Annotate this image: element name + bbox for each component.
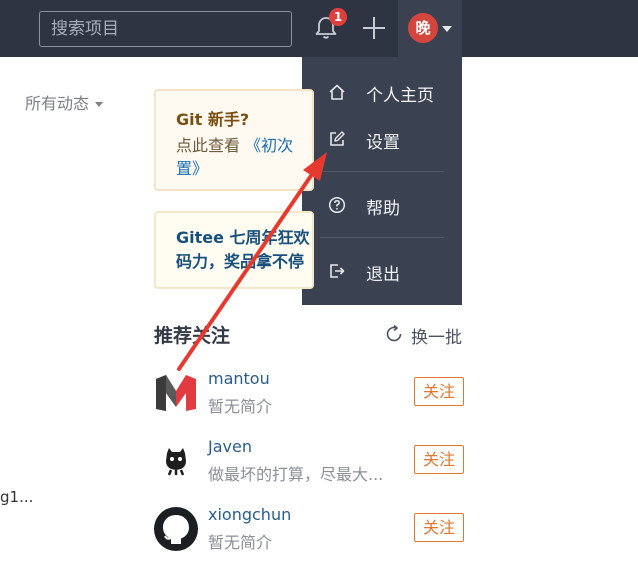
user-bio: 暂无简介 <box>208 533 273 552</box>
card-body: 点此查看 《初次 置》 <box>176 134 312 180</box>
search-input[interactable] <box>39 11 292 47</box>
menu-item-help[interactable]: 帮助 <box>302 185 462 225</box>
anniversary-card[interactable]: Gitee 七周年狂欢 码力，奖品拿不停 <box>154 211 314 289</box>
git-beginner-card[interactable]: Git 新手? 点此查看 《初次 置》 <box>154 89 314 191</box>
help-circle-icon <box>328 196 346 214</box>
plus-icon[interactable] <box>361 15 387 41</box>
refresh-label: 换一批 <box>411 328 462 348</box>
user-dropdown-menu: 个人主页 设置 帮助 退出 <box>302 57 462 305</box>
home-icon <box>329 84 345 100</box>
user-name-link[interactable]: mantou <box>208 369 270 388</box>
github-avatar[interactable] <box>154 507 198 551</box>
logout-icon <box>330 264 345 278</box>
list-item: xiongchun 暂无简介 关注 <box>154 505 464 553</box>
guide-link[interactable]: 《初次 <box>245 136 293 155</box>
menu-item-label: 退出 <box>366 265 400 285</box>
menu-item-label: 个人主页 <box>366 86 434 106</box>
user-name-link[interactable]: Javen <box>208 437 252 456</box>
menu-item-profile[interactable]: 个人主页 <box>302 72 462 112</box>
list-item: Javen 做最坏的打算，尽最大... 关注 <box>154 437 464 485</box>
menu-item-settings[interactable]: 设置 <box>302 119 462 159</box>
card-title: Git 新手? <box>176 110 250 129</box>
menu-item-label: 设置 <box>366 133 400 153</box>
refresh-icon <box>386 324 402 342</box>
recommend-title: 推荐关注 <box>154 325 231 347</box>
user-bio: 做最坏的打算，尽最大... <box>208 465 384 484</box>
follow-button[interactable]: 关注 <box>414 513 464 542</box>
chevron-down-icon <box>442 26 452 32</box>
card-text: 点此查看 <box>176 136 241 155</box>
javen-avatar[interactable] <box>154 439 198 483</box>
caret-down-icon <box>95 102 104 107</box>
truncated-item-text: g1... <box>0 488 34 506</box>
mantou-avatar[interactable] <box>154 371 198 415</box>
user-bio: 暂无简介 <box>208 397 273 416</box>
menu-divider <box>320 171 444 172</box>
follow-button[interactable]: 关注 <box>414 445 464 474</box>
notification-badge: 1 <box>329 8 347 26</box>
user-menu-button[interactable]: 晚 <box>398 0 462 57</box>
activity-filter-label: 所有动态 <box>25 94 90 113</box>
activity-filter-dropdown[interactable]: 所有动态 <box>25 90 104 114</box>
top-navbar: 1 晚 <box>0 0 638 57</box>
card-body: Gitee 七周年狂欢 码力，奖品拿不停 <box>176 226 312 274</box>
card-line: Gitee 七周年狂欢 <box>176 228 310 247</box>
follow-button[interactable]: 关注 <box>414 377 464 406</box>
user-name-link[interactable]: xiongchun <box>208 505 291 524</box>
edit-icon <box>330 131 345 146</box>
avatar: 晚 <box>408 13 438 43</box>
menu-item-label: 帮助 <box>366 199 400 219</box>
guide-link-continued[interactable]: 置》 <box>176 159 208 178</box>
list-item: mantou 暂无简介 关注 <box>154 369 464 417</box>
card-line: 码力，奖品拿不停 <box>176 252 305 271</box>
menu-item-logout[interactable]: 退出 <box>302 251 462 291</box>
menu-divider <box>320 237 444 238</box>
